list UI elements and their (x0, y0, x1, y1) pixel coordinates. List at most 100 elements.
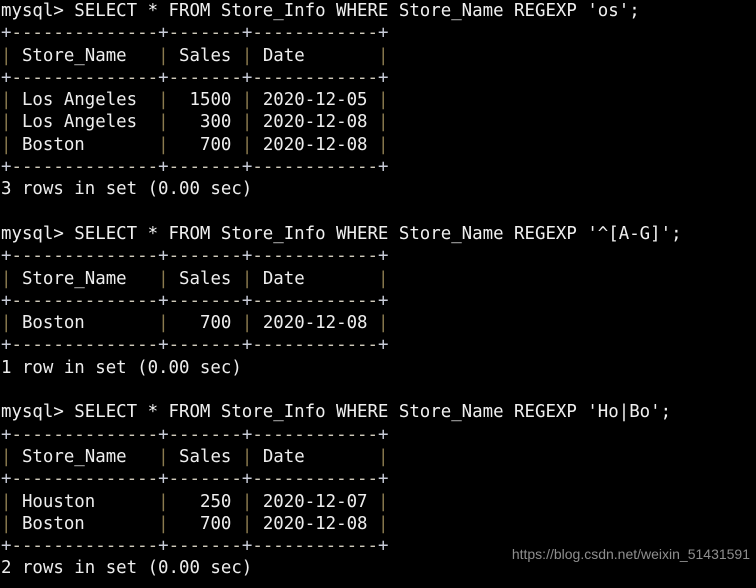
table-hrule-glyph: ------- (168, 536, 242, 557)
table-corner-glyph: + (377, 67, 389, 88)
table-hrule-glyph: -------------- (11, 335, 159, 356)
table-corner-glyph: + (158, 23, 169, 44)
table-cell-text: Sales (168, 268, 242, 289)
table-vrule-glyph: | (1, 491, 12, 512)
table-corner-glyph: + (158, 424, 169, 445)
table-row: | Boston | 700 | 2020-12-08 | (0, 513, 756, 535)
table-hrule-glyph: -------------- (11, 246, 159, 267)
table-vrule-glyph: | (241, 446, 253, 467)
table-cell-text: Date (252, 268, 378, 289)
table-vrule-glyph: | (1, 313, 12, 334)
table-vrule-glyph: | (377, 268, 389, 289)
table-vrule-glyph: | (1, 112, 12, 133)
table-corner-glyph: + (241, 157, 253, 178)
terminal-output[interactable]: mysql> SELECT * FROM Store_Info WHERE St… (0, 0, 756, 588)
table-hrule-glyph: ------------ (252, 469, 378, 490)
table-cell-text: 700 (168, 313, 242, 334)
table-hrule-glyph: ------------ (252, 23, 378, 44)
table-hrule-glyph: -------------- (11, 536, 159, 557)
table-cell-text: Sales (168, 45, 242, 66)
table-vrule-glyph: | (377, 513, 389, 534)
table-corner-glyph: + (377, 469, 389, 490)
table-corner-glyph: + (1, 157, 12, 178)
table-hrule-glyph: ------- (168, 246, 242, 267)
table-corner-glyph: + (158, 246, 169, 267)
table-vrule-glyph: | (241, 513, 253, 534)
table-vrule-glyph: | (241, 90, 253, 111)
table-separator-top: +--------------+-------+------------+ (0, 245, 756, 267)
table-corner-glyph: + (1, 246, 12, 267)
table-corner-glyph: + (241, 469, 253, 490)
table-vrule-glyph: | (377, 446, 389, 467)
result-status-line: 3 rows in set (0.00 sec) (1, 179, 253, 200)
table-cell-text: Store_Name (11, 268, 159, 289)
table-cell-text: 300 (168, 112, 242, 133)
table-vrule-glyph: | (241, 134, 253, 155)
result-status-line: 1 row in set (0.00 sec) (1, 357, 242, 378)
table-hrule-glyph: ------- (168, 424, 242, 445)
table-cell-text: 2020-12-08 (252, 112, 378, 133)
table-vrule-glyph: | (1, 513, 12, 534)
table-corner-glyph: + (241, 335, 253, 356)
sql-query-line: mysql> SELECT * FROM Store_Info WHERE St… (1, 1, 640, 21)
table-corner-glyph: + (158, 157, 169, 178)
table-hrule-glyph: ------------ (252, 335, 378, 356)
table-separator-top: +--------------+-------+------------+ (0, 22, 756, 44)
table-cell-text: Date (252, 446, 378, 467)
table-vrule-glyph: | (377, 491, 389, 512)
table-corner-glyph: + (1, 67, 12, 88)
table-corner-glyph: + (241, 246, 253, 267)
table-vrule-glyph: | (241, 491, 253, 512)
table-row: | Los Angeles | 300 | 2020-12-08 | (0, 111, 756, 133)
table-corner-glyph: + (1, 290, 12, 311)
table-corner-glyph: + (377, 23, 389, 44)
table-vrule-glyph: | (158, 90, 169, 111)
table-cell-text: Houston (11, 491, 159, 512)
table-vrule-glyph: | (158, 134, 169, 155)
table-vrule-glyph: | (158, 513, 169, 534)
table-cell-text: 700 (168, 513, 242, 534)
table-corner-glyph: + (377, 157, 389, 178)
table-row: | Boston | 700 | 2020-12-08 | (0, 312, 756, 334)
table-corner-glyph: + (377, 290, 389, 311)
table-separator-mid: +--------------+-------+------------+ (0, 290, 756, 312)
table-cell-text: 2020-12-07 (252, 491, 378, 512)
table-hrule-glyph: ------- (168, 290, 242, 311)
table-hrule-glyph: ------- (168, 157, 242, 178)
table-hrule-glyph: ------- (168, 335, 242, 356)
table-row: | Boston | 700 | 2020-12-08 | (0, 134, 756, 156)
table-corner-glyph: + (241, 424, 253, 445)
table-hrule-glyph: ------- (168, 469, 242, 490)
table-vrule-glyph: | (158, 268, 169, 289)
table-hrule-glyph: ------------ (252, 290, 378, 311)
table-cell-text: Boston (11, 134, 159, 155)
table-hrule-glyph: -------------- (11, 290, 159, 311)
table-vrule-glyph: | (158, 112, 169, 133)
table-hrule-glyph: ------- (168, 23, 242, 44)
table-separator-bottom: +--------------+-------+------------+ (0, 156, 756, 178)
table-corner-glyph: + (158, 67, 169, 88)
table-corner-glyph: + (158, 536, 169, 557)
table-hrule-glyph: ------------ (252, 67, 378, 88)
table-corner-glyph: + (241, 67, 253, 88)
table-vrule-glyph: | (1, 45, 12, 66)
table-row: | Los Angeles | 1500 | 2020-12-05 | (0, 89, 756, 111)
table-hrule-glyph: ------------ (252, 246, 378, 267)
table-hrule-glyph: -------------- (11, 67, 159, 88)
table-vrule-glyph: | (158, 45, 169, 66)
table-vrule-glyph: | (1, 268, 12, 289)
table-hrule-glyph: ------------ (252, 424, 378, 445)
table-cell-text: 700 (168, 134, 242, 155)
table-vrule-glyph: | (241, 112, 253, 133)
table-corner-glyph: + (1, 536, 12, 557)
table-corner-glyph: + (158, 335, 169, 356)
table-separator-top: +--------------+-------+------------+ (0, 424, 756, 446)
table-cell-text: 250 (168, 491, 242, 512)
table-hrule-glyph: -------------- (11, 424, 159, 445)
table-vrule-glyph: | (377, 45, 389, 66)
table-cell-text: Date (252, 45, 378, 66)
table-cell-text: 2020-12-08 (252, 513, 378, 534)
table-header-row: | Store_Name | Sales | Date | (0, 446, 756, 468)
